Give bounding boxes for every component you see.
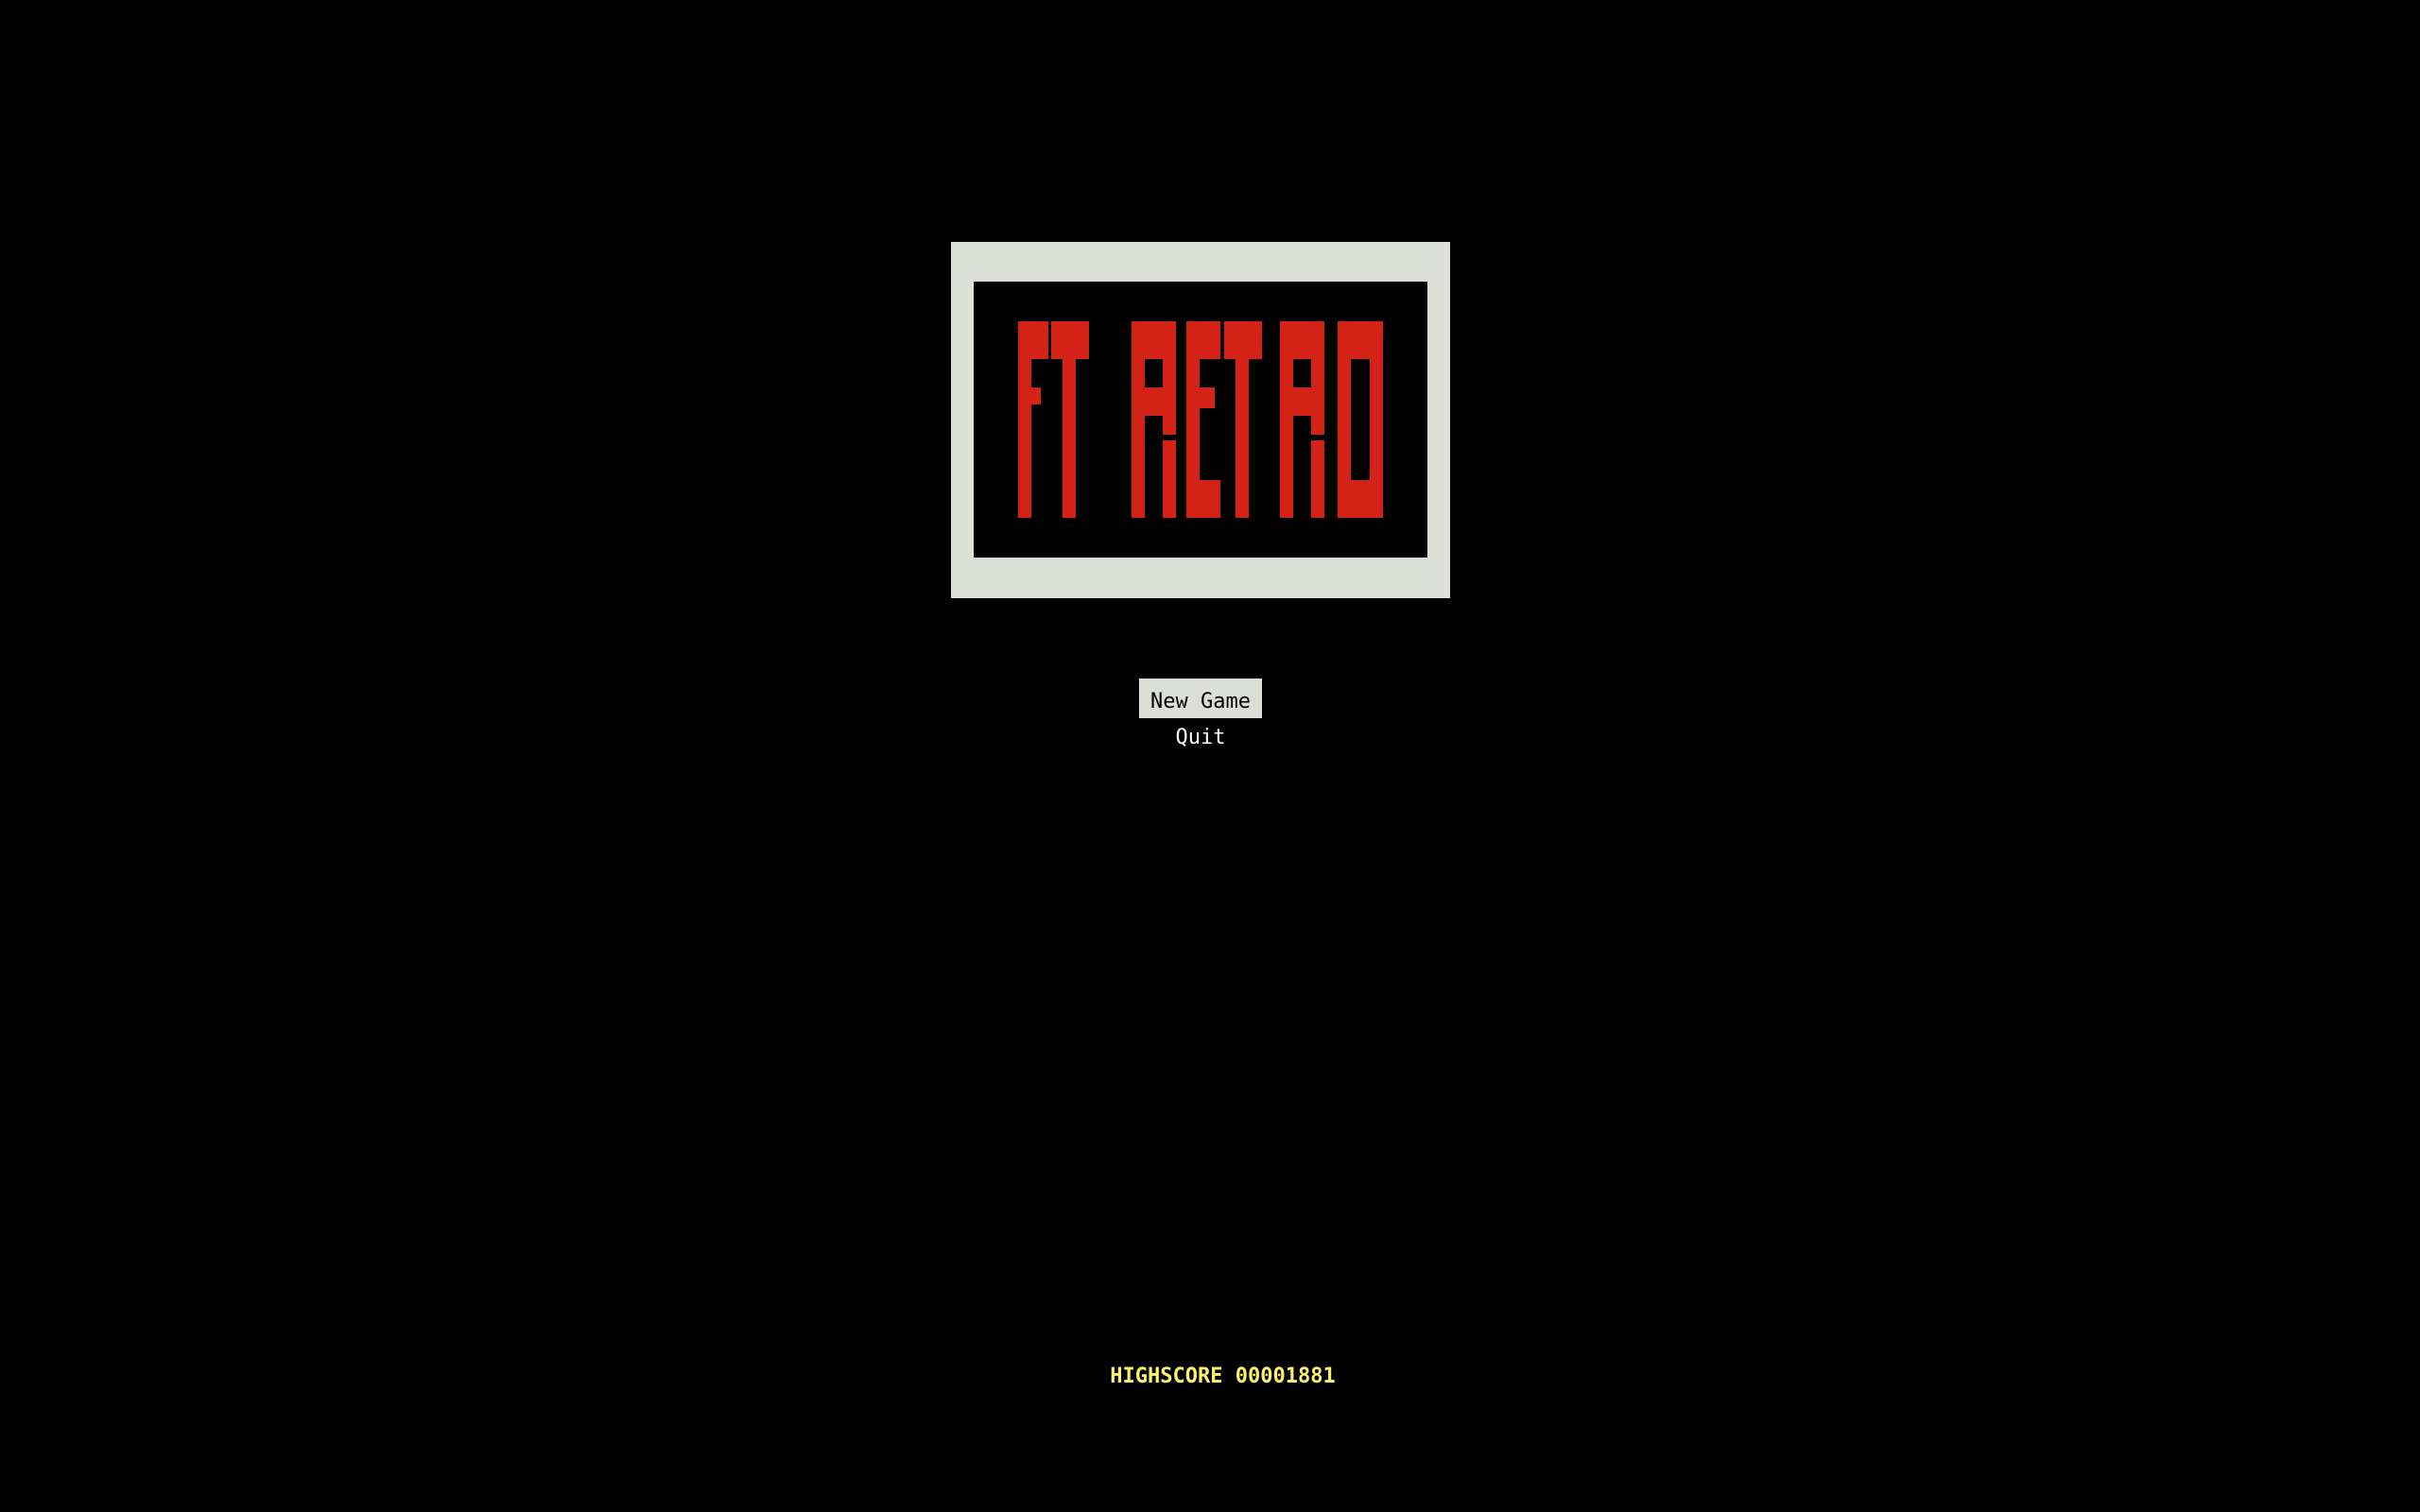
main-menu: New Game Quit xyxy=(0,679,2401,758)
game-logo xyxy=(951,242,1450,598)
logo-letter-r2 xyxy=(1280,321,1324,518)
logo-letter-r xyxy=(1132,321,1176,518)
game-title-logo-art xyxy=(1018,321,1383,518)
logo-letter-e xyxy=(1186,321,1220,518)
highscore-display: HIGHSCORE 00001881 xyxy=(0,1365,2420,1388)
quit-button[interactable]: Quit xyxy=(1165,718,1237,758)
game-logo-panel xyxy=(974,282,1427,558)
highscore-label: HIGHSCORE xyxy=(1110,1365,1236,1388)
logo-letter-t2 xyxy=(1224,321,1262,518)
logo-letter-f xyxy=(1018,321,1048,518)
new-game-button[interactable]: New Game xyxy=(1139,679,1262,718)
logo-letter-o xyxy=(1338,321,1383,518)
logo-letter-t xyxy=(1051,321,1089,518)
highscore-value: 00001881 xyxy=(1235,1365,1336,1388)
